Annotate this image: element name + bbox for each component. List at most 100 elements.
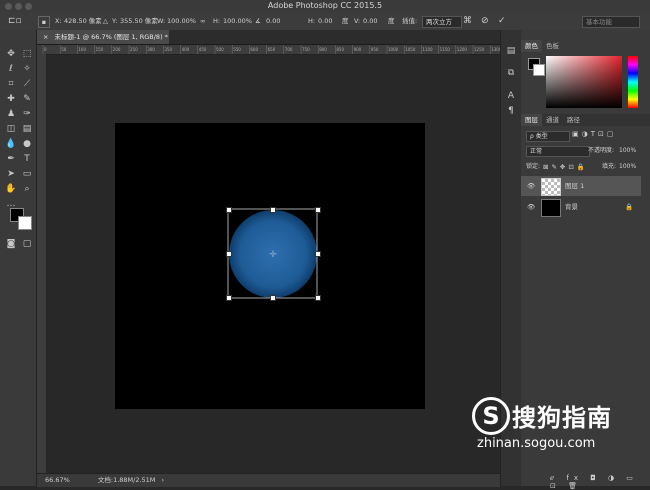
opacity-value[interactable]: 100% <box>619 146 636 156</box>
y-label: Y: <box>112 17 118 25</box>
layer-name: 背景 <box>565 203 578 211</box>
healing-tool-icon[interactable]: ✚ <box>5 93 17 105</box>
zoom-window-button[interactable] <box>25 3 32 10</box>
y-value-field[interactable]: 355.50 像素 <box>120 16 158 26</box>
ruler-tick-label: 550 <box>233 47 241 52</box>
handle-top-right[interactable] <box>315 207 321 213</box>
ruler-tick-label: 400 <box>182 47 190 52</box>
history-brush-tool-icon[interactable]: ✑ <box>21 108 33 120</box>
minimize-window-button[interactable] <box>15 3 22 10</box>
paragraph-panel-icon[interactable]: ¶ <box>505 105 517 117</box>
x-value-field[interactable]: 428.50 像素 <box>64 16 102 26</box>
tab-close-icon[interactable]: × <box>43 33 48 41</box>
interpolation-select[interactable]: 两次立方 <box>422 16 462 28</box>
artboard-panel-icon[interactable]: ⧉ <box>505 67 517 79</box>
ruler-tick-label: 800 <box>319 47 327 52</box>
lasso-tool-icon[interactable]: ℓ <box>5 63 17 75</box>
vskew-field[interactable]: 0.00 <box>363 16 377 26</box>
warp-icon[interactable]: ⌘ <box>463 16 472 26</box>
eraser-tool-icon[interactable]: ◫ <box>5 123 17 135</box>
hand-tool-icon[interactable]: ✋ <box>5 183 17 195</box>
crop-tool-icon[interactable]: ⌗ <box>5 78 17 90</box>
ruler-tick-label: 500 <box>216 47 224 52</box>
path-selection-tool-icon[interactable]: ➤ <box>5 168 17 180</box>
transform-overlay[interactable]: ✛ <box>224 205 322 303</box>
handle-bottom-left[interactable] <box>226 295 232 301</box>
delta-icon[interactable]: △ <box>103 16 108 26</box>
background-color-swatch[interactable] <box>18 216 32 230</box>
link-icon[interactable]: ∞ <box>200 16 205 26</box>
workspace-select[interactable]: 基本功能 <box>582 16 640 28</box>
hskew-field[interactable]: 0.00 <box>318 16 332 26</box>
layer-filter-icons[interactable]: ▣◑T⊡▢ <box>572 130 616 138</box>
ruler-tick-label: 750 <box>302 47 310 52</box>
history-panel-icon[interactable]: ▤ <box>505 45 517 57</box>
document-info[interactable]: 文档:1.88M/2.51M <box>98 476 156 484</box>
panel-background-swatch[interactable] <box>533 64 545 76</box>
handle-bottom-right[interactable] <box>315 295 321 301</box>
hue-slider[interactable] <box>628 56 638 108</box>
layer-filter-select[interactable]: ρ 类型 <box>526 131 570 142</box>
blur-tool-icon[interactable]: 💧 <box>5 138 17 150</box>
visibility-eye-icon[interactable]: 👁 <box>527 176 535 196</box>
tab-swatches[interactable]: 色板 <box>542 40 563 52</box>
pen-tool-icon[interactable]: ✒ <box>5 153 17 165</box>
visibility-eye-icon[interactable]: 👁 <box>527 197 535 217</box>
handle-bottom-middle[interactable] <box>270 295 276 301</box>
status-arrow-icon[interactable]: › <box>162 476 165 484</box>
handle-top-middle[interactable] <box>270 207 276 213</box>
gradient-tool-icon[interactable]: ▤ <box>21 123 33 135</box>
layer-name: 图层 1 <box>565 182 585 190</box>
tab-color[interactable]: 颜色 <box>521 40 542 52</box>
tool-preset-icon[interactable]: ⊏▫ <box>8 16 22 26</box>
eyedropper-tool-icon[interactable]: ⟋ <box>21 78 33 90</box>
layer-thumbnail <box>541 199 561 217</box>
shape-tool-icon[interactable]: ▭ <box>21 168 33 180</box>
handle-middle-right[interactable] <box>315 251 321 257</box>
tab-channels[interactable]: 通道 <box>542 114 563 126</box>
cancel-transform-icon[interactable]: ⊘ <box>481 16 489 26</box>
zoom-tool-icon[interactable]: ⌕ <box>21 183 33 195</box>
ruler-tick-label: 1200 <box>457 47 468 52</box>
ruler-tick-label: 1300 <box>491 47 500 52</box>
stamp-tool-icon[interactable]: ♟ <box>5 108 17 120</box>
zoom-level[interactable]: 66.67% <box>45 476 70 484</box>
brush-tool-icon[interactable]: ✎ <box>21 93 33 105</box>
horizontal-ruler[interactable]: 0 50 100 150 200 250 300 350 400 450 500 550 600 650 7… <box>37 45 502 55</box>
character-panel-icon[interactable]: A <box>505 90 517 102</box>
handle-middle-left[interactable] <box>226 251 232 257</box>
marquee-tool-icon[interactable]: ⬚ <box>21 48 33 60</box>
screen-mode-icon[interactable]: ▢ <box>21 238 33 250</box>
layer-row[interactable]: 👁 图层 1 <box>521 176 641 196</box>
reference-point-icon-center[interactable]: ✛ <box>269 250 277 260</box>
move-tool-icon[interactable]: ✥ <box>5 48 17 60</box>
document-tab[interactable]: × 未标题-1 @ 66.7% (图层 1, RGB/8) * <box>37 30 169 44</box>
commit-transform-icon[interactable]: ✓ <box>498 16 506 26</box>
w-value-field[interactable]: 100.00% <box>167 16 196 26</box>
dodge-tool-icon[interactable]: ● <box>21 138 33 150</box>
angle-field[interactable]: 0.00 <box>266 16 280 26</box>
type-tool-icon[interactable]: T <box>21 153 33 165</box>
color-picker-field[interactable] <box>546 56 622 108</box>
vskew-label: V: <box>354 17 361 25</box>
ruler-tick-label: 650 <box>268 47 276 52</box>
tab-paths[interactable]: 路径 <box>563 114 584 126</box>
magic-wand-tool-icon[interactable]: ✧ <box>21 63 33 75</box>
blend-mode-select[interactable]: 正常 <box>526 146 590 157</box>
quick-mask-icon[interactable]: ◙ <box>5 238 17 250</box>
layers-footer-icons[interactable]: ℯ fx ◘ ◑ ▭ ⊡ 🗑 <box>550 474 650 490</box>
tab-layers[interactable]: 图层 <box>521 114 542 126</box>
ruler-tick-label: 950 <box>371 47 379 52</box>
lock-icon: 🔒 <box>625 203 634 211</box>
ruler-tick-label: 350 <box>164 47 172 52</box>
h-value-field[interactable]: 100.00% <box>223 16 252 26</box>
layer-row[interactable]: 👁 背景 🔒 <box>521 197 641 217</box>
lock-icons[interactable]: ⊠✎✥⊡🔒 <box>543 162 588 172</box>
fill-value[interactable]: 100% <box>619 162 636 172</box>
watermark-brand: 搜狗指南 <box>512 404 612 432</box>
close-window-button[interactable] <box>5 3 12 10</box>
status-bar: 66.67% 文档:1.88M/2.51M › <box>37 473 500 487</box>
reference-point-icon[interactable]: ▪ <box>38 16 50 28</box>
document-tab-title: 未标题-1 @ 66.7% (图层 1, RGB/8) * <box>54 33 168 41</box>
handle-top-left[interactable] <box>226 207 232 213</box>
